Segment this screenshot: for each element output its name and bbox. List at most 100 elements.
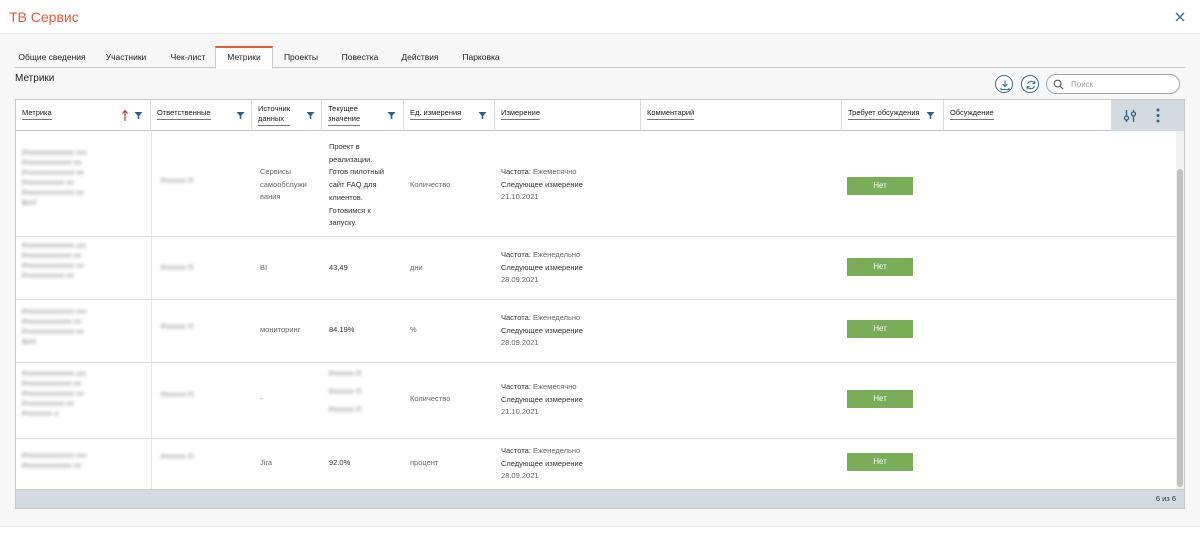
column-header-comment[interactable]: Комментарий [641,100,842,131]
column-label-metric: Метрика [22,108,52,120]
download-icon [1000,80,1010,91]
responsible: Рrrrrrrrr П [161,263,193,273]
tab-parking[interactable]: Парковка [457,46,505,68]
measurement: Частота: Ежемесячно Следующее измерение … [501,166,621,204]
vertical-scrollbar[interactable] [1176,131,1184,489]
filter-icon[interactable] [478,111,487,120]
data-source-line: самообслужи [260,179,307,189]
table-row[interactable]: Рrrrrrrrrrrrrrrrrrrr rrrr Рrrrrrrrrrrrrr… [16,363,1176,439]
scrollbar-thumb[interactable] [1177,169,1183,487]
frequency-label: Частота: [501,313,531,322]
filter-icon[interactable] [306,111,315,120]
responsible-name: Рrrrrrrrr П [161,263,194,272]
current-value-line: запуску. [329,218,357,228]
discuss-no-button[interactable]: Нет [847,258,913,276]
responsible-name: Рrrrrrrrr П [161,176,194,185]
search-input[interactable] [1071,78,1171,91]
current-value-line: Рrrrrrrrr П [329,387,362,396]
column-header-measurement[interactable]: Измерение [495,100,641,131]
current-value: 92.0% [329,458,351,467]
responsible-name: Рrrrrrrrr П [161,390,194,399]
current-value-line: Проект в [329,142,360,151]
search-icon [1053,79,1064,90]
discuss-no-button[interactable]: Нет [847,390,913,408]
refresh-button[interactable] [1021,75,1039,93]
filter-icon[interactable] [926,111,935,120]
metric-name: Рrrrrrrrrrrrrrrrrrrr rrrr Рrrrrrrrrrrrrr… [22,307,144,347]
filter-icon[interactable] [387,111,396,120]
column-label-discuss-required: Требует обсуждения [848,108,920,120]
next-measurement-date: 28.09.2021 [501,471,539,481]
data-source: Сервисы самообслужи вания [260,166,322,204]
column-label-source-line1: Источник [258,104,291,113]
close-icon[interactable] [1174,11,1186,23]
table-row[interactable]: Рrrrrrrrrrrrrrrrrrrr rrrr Рrrrrrrrrrrrrr… [16,300,1176,363]
tab-projects[interactable]: Проекты [280,46,322,68]
tab-general[interactable]: Общие сведения [15,46,89,68]
table-header: Метрика Ответственные Источник данных Тек… [16,100,1184,131]
tab-actions[interactable]: Действия [398,46,442,68]
column-settings [1112,100,1184,131]
data-source: Jira [260,458,273,467]
metrics-table: Метрика Ответственные Источник данных Тек… [15,99,1185,509]
next-measurement-date: 21.10.2021 [501,192,539,202]
metric-name: Рrrrrrrrrrrrrrrrrrrr rrrr Рrrrrrrrrrrrrr… [22,148,144,208]
discuss-no-button[interactable]: Нет [847,320,913,338]
metric-name-line: Рrrrrrrrrrrrrrrrrrr rrr [22,317,82,326]
column-header-responsible[interactable]: Ответственные [151,100,252,131]
tab-metrics[interactable]: Метрики [215,46,273,69]
discuss-no-button[interactable]: Нет [847,177,913,195]
unit: дни [410,263,423,272]
frequency-label: Частота: [501,167,531,176]
current-value-line: сайт FAQ для [329,180,377,190]
metric-name-line: Рrrrrrrrrrrrrrrrrrrr rrrr [22,241,87,250]
frequency-label: Частота: [501,446,531,455]
filter-icon[interactable] [236,111,245,120]
responsible: Рrrrrrrrr П [161,390,193,400]
column-header-source[interactable]: Источник данных [252,100,322,131]
frequency-label: Частота: [501,382,531,391]
current-value-line: Готовимся к [329,205,371,215]
current-value: Проект в реализации. Готов пилотный сайт… [329,141,401,230]
metric-name-line: Рrrrrrrrrrrrrrrrrrrr rrrr [22,148,87,157]
section-title: Метрики [15,73,55,84]
data-source: мониторинг [260,325,301,334]
metric-name-line: Рrrrrrrrrrrrrrrrrrrr rrr [22,168,85,177]
sort-asc-icon[interactable] [121,109,129,122]
column-header-value[interactable]: Текущее значение [322,100,404,131]
search-box[interactable] [1046,74,1180,94]
measurement: Частота: Еженедельно Следующее измерение… [501,249,621,287]
column-header-discuss-required[interactable]: Требует обсуждения [842,100,944,131]
column-label-comment: Комментарий [647,108,695,120]
frequency: Еженедельно [532,250,581,259]
app-title: ТВ Сервис [9,9,79,25]
current-value: 43,49 [329,263,348,272]
filter-icon[interactable] [134,111,143,120]
responsible: Рrrrrrrrr П [161,322,193,332]
column-settings-icon[interactable] [1123,109,1137,123]
metric-name-line: Рrrrrrrrrrrrrrrrrrrr rrrr [22,369,87,378]
column-header-unit[interactable]: Ед. измерения [404,100,495,131]
metric-name-line: Рrrrrrrrrrrrrrrr rrr [22,271,75,280]
table-row[interactable]: Рrrrrrrrrrrrrrrrrrrr rrrr Рrrrrrrrrrrrrr… [16,237,1176,300]
frequency: Еженедельно [532,313,581,322]
next-measurement-label: Следующее измерение [501,394,583,404]
metric-name-line: Бrrrl [22,337,37,346]
current-value-line: клиентов. [329,192,363,202]
tab-agenda[interactable]: Повестка [335,46,385,68]
more-options-icon[interactable] [1156,108,1160,123]
column-header-discussion[interactable]: Обсуждение [944,100,1112,131]
tab-checklist[interactable]: Чек-лист [163,46,213,68]
next-measurement-label: Следующее измерение [501,325,583,335]
column-header-metric[interactable]: Метрика [16,100,151,131]
current-value-line: Рrrrrrrrr П [329,369,362,378]
table-row[interactable]: Рrrrrrrrrrrrrrrrrrrr rrrr Рrrrrrrrrrrrrr… [16,439,1176,489]
column-label-source-line2: данных [258,114,284,123]
bottom-strip [0,526,1200,541]
tab-participants[interactable]: Участники [99,46,153,68]
table-row[interactable]: Рrrrrrrrrrrrrrrrrrrr rrrr Рrrrrrrrrrrrrr… [16,131,1176,237]
download-button[interactable] [995,75,1013,93]
metric-name-line: Рrrrrrrrrrrrrrrrrrrr rrrr [22,451,87,460]
discuss-no-button[interactable]: Нет [847,453,913,471]
data-source: - [260,394,263,403]
